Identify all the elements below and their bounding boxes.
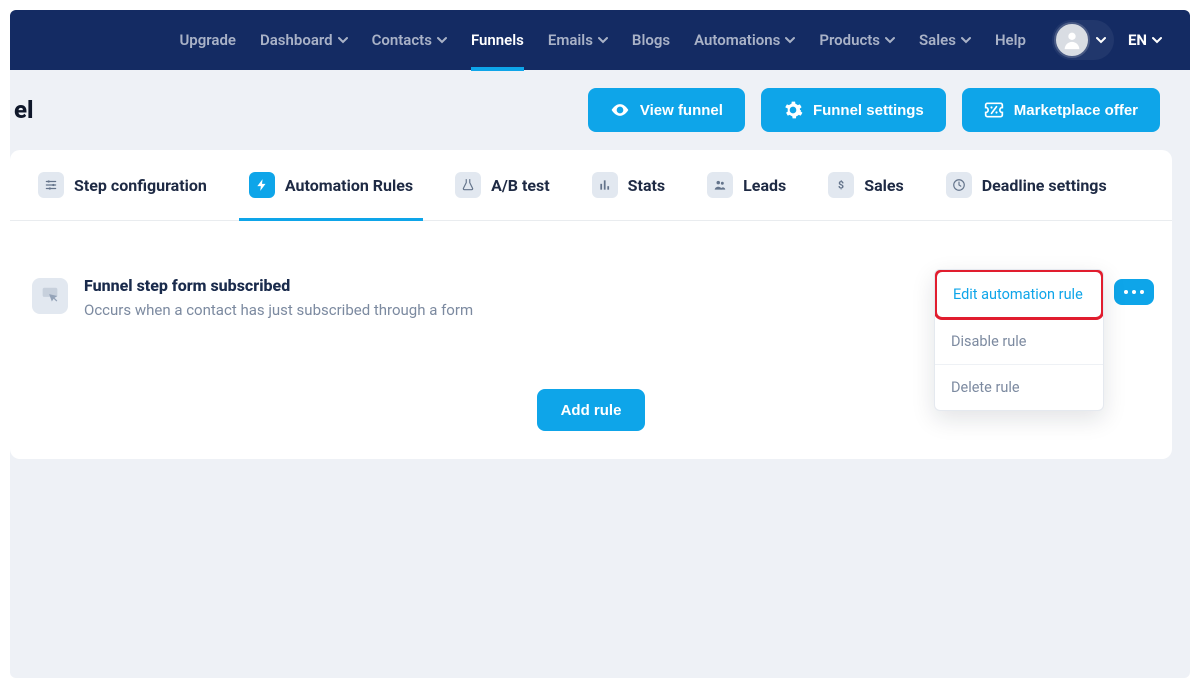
tab-sales[interactable]: $ Sales (824, 150, 908, 220)
tabs: Step configuration Automation Rules A/B … (10, 150, 1172, 221)
nav-help[interactable]: Help (995, 10, 1026, 70)
nav-automations[interactable]: Automations (694, 10, 795, 70)
disable-rule-item[interactable]: Disable rule (935, 319, 1103, 365)
pointer-icon (32, 278, 68, 314)
dot-icon (1132, 290, 1136, 294)
dollar-icon: $ (828, 172, 854, 198)
page-header: el View funnel Funnel settings Marketpla… (10, 70, 1190, 150)
nav-contacts[interactable]: Contacts (372, 10, 447, 70)
chevron-down-icon (1096, 35, 1106, 45)
top-navbar: Upgrade Dashboard Contacts Funnels Email… (10, 10, 1190, 70)
gear-icon (783, 100, 803, 120)
nav-funnels[interactable]: Funnels (471, 10, 524, 70)
view-funnel-button[interactable]: View funnel (588, 88, 745, 132)
automation-rule-row: Funnel step form subscribed Occurs when … (10, 221, 1172, 329)
chevron-down-icon (1152, 35, 1162, 45)
tab-stats[interactable]: Stats (588, 150, 669, 220)
tab-deadline-settings[interactable]: Deadline settings (942, 150, 1111, 220)
clock-icon (946, 172, 972, 198)
funnel-settings-button[interactable]: Funnel settings (761, 88, 946, 132)
users-icon (707, 172, 733, 198)
chevron-down-icon (961, 35, 971, 45)
nav-blogs[interactable]: Blogs (632, 10, 670, 70)
nav-emails[interactable]: Emails (548, 10, 608, 70)
action-buttons: View funnel Funnel settings Marketplace … (588, 88, 1160, 132)
chevron-down-icon (885, 35, 895, 45)
nav-products[interactable]: Products (819, 10, 895, 70)
tab-step-configuration[interactable]: Step configuration (34, 150, 211, 220)
sliders-icon (38, 172, 64, 198)
delete-rule-item[interactable]: Delete rule (935, 365, 1103, 410)
chevron-down-icon (598, 35, 608, 45)
chart-icon (592, 172, 618, 198)
nav-dashboard[interactable]: Dashboard (260, 10, 348, 70)
add-rule-button[interactable]: Add rule (537, 389, 646, 431)
page-title: el (14, 96, 34, 124)
bolt-icon (249, 172, 275, 198)
chevron-down-icon (437, 35, 447, 45)
svg-text:$: $ (838, 179, 844, 192)
tab-ab-test[interactable]: A/B test (451, 150, 554, 220)
nav-right: EN (1052, 20, 1162, 60)
flask-icon (455, 172, 481, 198)
chevron-down-icon (338, 35, 348, 45)
marketplace-offer-button[interactable]: Marketplace offer (962, 88, 1160, 132)
eye-icon (610, 100, 630, 120)
content-card: Step configuration Automation Rules A/B … (10, 150, 1172, 459)
dot-icon (1124, 290, 1128, 294)
language-switch[interactable]: EN (1128, 31, 1162, 49)
person-icon (1061, 29, 1083, 51)
actions-dropdown: Edit automation rule Disable rule Delete… (934, 269, 1104, 411)
user-menu[interactable] (1052, 20, 1114, 60)
dot-icon (1140, 290, 1144, 294)
nav-sales[interactable]: Sales (919, 10, 971, 70)
ticket-icon (984, 100, 1004, 120)
nav-links: Upgrade Dashboard Contacts Funnels Email… (179, 10, 1026, 70)
edit-automation-rule-item[interactable]: Edit automation rule (934, 269, 1104, 320)
tab-leads[interactable]: Leads (703, 150, 790, 220)
chevron-down-icon (785, 35, 795, 45)
tab-automation-rules[interactable]: Automation Rules (245, 150, 417, 220)
nav-upgrade[interactable]: Upgrade (179, 10, 236, 70)
avatar (1054, 22, 1090, 58)
more-actions-button[interactable] (1114, 279, 1154, 305)
